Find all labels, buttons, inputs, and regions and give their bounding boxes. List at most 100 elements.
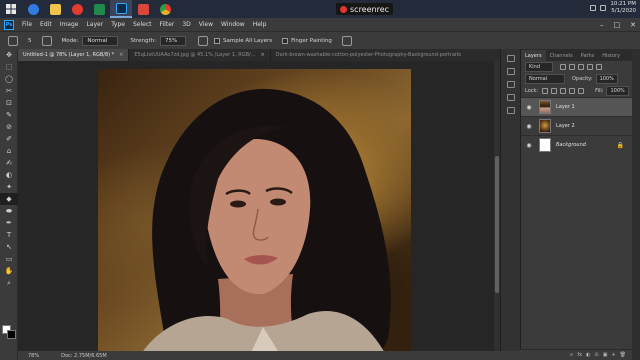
group-icon[interactable]: ▣ — [603, 352, 608, 358]
chrome-icon[interactable] — [154, 0, 176, 18]
menu-filter[interactable]: Filter — [160, 21, 175, 28]
pressure-icon[interactable] — [341, 35, 352, 46]
healing-tool-icon[interactable]: ⊘ — [0, 121, 18, 133]
sample-all-layers-checkbox[interactable] — [214, 37, 220, 44]
marquee-tool-icon[interactable]: ⬚ — [0, 61, 18, 73]
visibility-eye-icon[interactable]: ◉ — [525, 104, 533, 111]
menu-image[interactable]: Image — [60, 21, 79, 28]
lock-all-icon[interactable] — [578, 88, 585, 94]
rectangle-tool-icon[interactable]: ▭ — [0, 253, 18, 265]
eraser-tool-icon[interactable]: ◐ — [0, 169, 18, 181]
internet-explorer-icon[interactable] — [22, 0, 44, 18]
document-size[interactable]: Doc: 2.75M/6.65M — [61, 353, 107, 359]
layer-style-icon[interactable]: fx — [577, 352, 582, 358]
gradient-tool-icon[interactable]: ✦ — [0, 181, 18, 193]
minimize-button[interactable]: – — [600, 21, 604, 29]
brush-tool-icon[interactable]: ✐ — [0, 133, 18, 145]
tab-layers[interactable]: Layers — [521, 50, 546, 61]
visibility-eye-icon[interactable]: ◉ — [525, 123, 533, 130]
menu-view[interactable]: View — [199, 21, 213, 28]
close-tab-icon[interactable]: × — [119, 52, 123, 58]
blend-mode-select[interactable]: Normal — [525, 74, 565, 84]
opera-icon[interactable] — [66, 0, 88, 18]
quick-select-tool-icon[interactable]: ✂ — [0, 85, 18, 97]
move-tool-icon[interactable]: ✥ — [0, 49, 18, 61]
lock-transparency-icon[interactable] — [542, 88, 549, 94]
new-layer-icon[interactable]: + — [611, 352, 615, 358]
tab-history[interactable]: History — [598, 50, 624, 61]
crop-tool-icon[interactable]: ⊡ — [0, 97, 18, 109]
layer-lock-icon[interactable]: 🔒 — [617, 142, 624, 149]
excel-icon[interactable] — [88, 0, 110, 18]
menu-layer[interactable]: Layer — [86, 21, 103, 28]
eyedropper-tool-icon[interactable]: ✎ — [0, 109, 18, 121]
scrollbar-thumb[interactable] — [495, 156, 499, 293]
maximize-button[interactable]: □ — [614, 21, 621, 29]
history-panel-icon[interactable] — [506, 55, 515, 62]
type-filter-icon[interactable] — [578, 64, 584, 70]
menu-3d[interactable]: 3D — [182, 21, 190, 28]
menu-file[interactable]: File — [22, 21, 32, 28]
pen-tool-icon[interactable]: ✒ — [0, 217, 18, 229]
lock-position-icon[interactable] — [560, 88, 567, 94]
doc-tab-untitled-1[interactable]: Untitled-1 @ 78% (Layer 1, RGB/8) * × — [18, 49, 130, 61]
brush-size-value[interactable]: 5 — [28, 38, 32, 44]
pixel-filter-icon[interactable] — [560, 64, 566, 70]
file-explorer-icon[interactable] — [44, 0, 66, 18]
lock-pixels-icon[interactable] — [551, 88, 558, 94]
adjustment-layer-icon[interactable]: ⊙ — [595, 352, 599, 358]
doc-tab-background[interactable]: Dark-brown-washable-cotton-polyester-Pho… — [271, 49, 520, 61]
presentation-app-icon[interactable] — [132, 0, 154, 18]
smudge-tool-icon[interactable]: ◆ — [0, 193, 18, 205]
smudge-tool-preset-icon[interactable] — [8, 35, 18, 46]
hand-tool-icon[interactable]: ✋ — [0, 265, 18, 277]
network-icon[interactable] — [590, 5, 596, 11]
fill-field[interactable]: 100% — [606, 86, 629, 96]
menu-select[interactable]: Select — [133, 21, 152, 28]
zoom-tool-icon[interactable]: ⌕ — [0, 277, 18, 289]
layer-row-background[interactable]: ◉ Background 🔒 — [521, 135, 632, 154]
info-panel-icon[interactable] — [506, 94, 515, 101]
properties-panel-icon[interactable] — [506, 68, 515, 75]
background-color-swatch[interactable] — [7, 330, 16, 339]
canvas-area[interactable] — [18, 61, 494, 351]
close-button[interactable]: ✕ — [630, 21, 636, 29]
finger-painting-checkbox[interactable] — [282, 37, 289, 44]
dodge-tool-icon[interactable]: ⬬ — [0, 205, 18, 217]
portrait-photo[interactable] — [98, 69, 411, 351]
adjustment-filter-icon[interactable] — [569, 64, 575, 70]
close-tab-icon[interactable]: × — [261, 52, 265, 58]
zoom-level[interactable]: 78% — [28, 353, 39, 359]
visibility-eye-icon[interactable]: ◉ — [525, 142, 533, 149]
menu-help[interactable]: Help — [253, 21, 267, 28]
adjustments-panel-icon[interactable] — [506, 81, 515, 88]
strength-field[interactable]: 75% — [160, 35, 186, 46]
history-brush-tool-icon[interactable]: ✍ — [0, 157, 18, 169]
tab-channels[interactable]: Channels — [546, 50, 577, 61]
shape-filter-icon[interactable] — [587, 64, 593, 70]
tab-paths[interactable]: Paths — [577, 50, 599, 61]
delete-layer-icon[interactable]: 🗑 — [620, 352, 626, 358]
menu-type[interactable]: Type — [111, 21, 125, 28]
angle-icon[interactable] — [198, 35, 208, 46]
brush-settings-icon[interactable] — [41, 35, 52, 46]
volume-icon[interactable] — [600, 5, 606, 11]
menu-window[interactable]: Window — [221, 21, 245, 28]
path-select-tool-icon[interactable]: ↖ — [0, 241, 18, 253]
clock[interactable]: 10:21 PM 5/1/2020 — [610, 1, 636, 15]
layer-row-layer-1[interactable]: ◉ Layer 1 — [521, 97, 632, 116]
clone-stamp-tool-icon[interactable]: ⌂ — [0, 145, 18, 157]
filter-kind-select[interactable]: Kind — [525, 62, 553, 72]
mode-select[interactable]: Normal — [82, 35, 119, 46]
lock-artboard-icon[interactable] — [569, 88, 576, 94]
layer-row-layer-2[interactable]: ◉ Layer 2 — [521, 116, 632, 135]
photoshop-icon[interactable] — [110, 0, 132, 18]
character-panel-icon[interactable] — [506, 107, 515, 114]
link-layers-icon[interactable]: ∞ — [569, 352, 573, 358]
opacity-field[interactable]: 100% — [595, 74, 618, 84]
type-tool-icon[interactable]: T — [0, 229, 18, 241]
smart-object-filter-icon[interactable] — [596, 64, 602, 70]
lasso-tool-icon[interactable]: ◯ — [0, 73, 18, 85]
windows-start-icon[interactable] — [0, 0, 22, 18]
menu-edit[interactable]: Edit — [40, 21, 52, 28]
